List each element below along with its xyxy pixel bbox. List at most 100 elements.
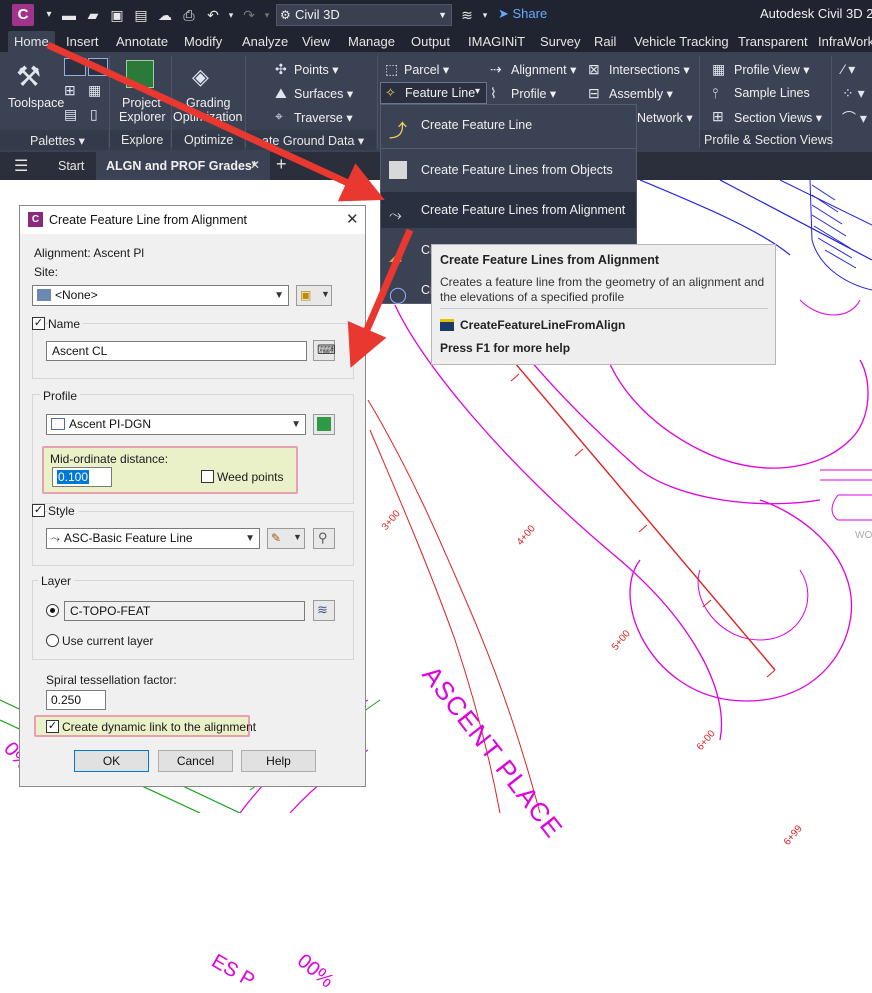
- toolspace-icon[interactable]: ⚒: [16, 60, 41, 93]
- assembly-button[interactable]: Assembly ▾: [609, 86, 673, 101]
- phone-icon[interactable]: ▯: [90, 106, 98, 123]
- undo-dropdown-icon[interactable]: ▾: [222, 6, 240, 24]
- stack-dropdown-icon[interactable]: ▾: [476, 6, 494, 24]
- name-checkbox[interactable]: ✓: [32, 317, 45, 330]
- menu-item-create-feature-line[interactable]: ⤴ Create Feature Line: [381, 107, 636, 143]
- profile-icon[interactable]: ⌇: [490, 85, 497, 102]
- use-current-layer-radio[interactable]: [46, 634, 59, 647]
- points-icon[interactable]: ✣: [275, 61, 287, 78]
- toolspace-label[interactable]: Toolspace: [8, 96, 64, 110]
- briefcase-icon[interactable]: ▦: [88, 82, 101, 99]
- tab-insert[interactable]: Insert: [66, 34, 99, 49]
- points-button[interactable]: Points ▾: [294, 62, 339, 77]
- tab-manage[interactable]: Manage: [348, 34, 395, 49]
- tab-rail[interactable]: Rail: [594, 34, 616, 49]
- layer-radio[interactable]: [46, 604, 59, 617]
- feature-line-button[interactable]: ✧ Feature Line ▾: [380, 82, 487, 104]
- tab-vehicle-tracking[interactable]: Vehicle Tracking: [634, 34, 729, 49]
- spiral-field[interactable]: 0.250: [46, 690, 106, 710]
- network-button[interactable]: Network ▾: [637, 110, 693, 125]
- arc-tool-icon[interactable]: ⌒ ▾: [842, 108, 867, 128]
- close-icon[interactable]: ✕: [346, 210, 359, 228]
- optimization-label[interactable]: Optimization: [173, 110, 242, 124]
- tab-survey[interactable]: Survey: [540, 34, 580, 49]
- tab-transparent[interactable]: Transparent: [738, 34, 808, 49]
- active-document-tab[interactable]: ALGN and PROF Grades* ✕: [96, 152, 270, 180]
- project-label[interactable]: Project: [122, 96, 161, 110]
- sample-lines-icon[interactable]: ⫯: [712, 85, 718, 102]
- menu-item-create-from-objects[interactable]: Create Feature Lines from Objects: [381, 152, 636, 188]
- assembly-icon[interactable]: ⊟: [588, 85, 600, 102]
- new-tab-icon[interactable]: +: [276, 154, 287, 175]
- dynamic-link-checkbox[interactable]: ✓: [46, 720, 59, 733]
- curve-tool-icon[interactable]: ⁘ ▾: [842, 85, 865, 102]
- palette-grid-icon[interactable]: [64, 58, 86, 76]
- redo-icon[interactable]: ↷: [240, 6, 258, 24]
- cancel-button[interactable]: Cancel: [158, 750, 233, 772]
- parcel-icon[interactable]: ⬚: [385, 61, 398, 78]
- undo-icon[interactable]: ↶: [204, 6, 222, 24]
- tab-start[interactable]: Start: [58, 159, 84, 173]
- tab-annotate[interactable]: Annotate: [116, 34, 168, 49]
- profile-view-button[interactable]: Profile View ▾: [734, 62, 810, 77]
- close-icon[interactable]: ✕: [250, 158, 260, 172]
- create-ground-data-panel-label[interactable]: ate Ground Data ▾: [262, 133, 364, 148]
- menu-item-create-from-alignment[interactable]: ⤳ Create Feature Lines from Alignment: [381, 192, 636, 228]
- open-folder-icon[interactable]: ▰: [84, 6, 102, 24]
- tab-modify[interactable]: Modify: [184, 34, 222, 49]
- tab-view[interactable]: View: [302, 34, 330, 49]
- section-views-icon[interactable]: ⊞: [712, 108, 724, 125]
- tab-output[interactable]: Output: [411, 34, 450, 49]
- pick-profile-button[interactable]: [313, 414, 335, 435]
- profile-select[interactable]: Ascent PI-DGN ▼: [46, 414, 306, 435]
- share-button[interactable]: ➤ Share: [498, 6, 547, 22]
- intersections-button[interactable]: Intersections ▾: [609, 62, 690, 77]
- workspace-select[interactable]: ⚙ Civil 3D ▼: [276, 4, 452, 26]
- save-icon[interactable]: ▣: [108, 6, 126, 24]
- parcel-button[interactable]: Parcel ▾: [404, 62, 449, 77]
- redo-dropdown-icon[interactable]: ▾: [258, 6, 276, 24]
- surfaces-icon[interactable]: ⛰: [275, 85, 287, 102]
- layers-stack-icon[interactable]: ≋: [458, 6, 476, 24]
- tab-analyze[interactable]: Analyze: [242, 34, 288, 49]
- explorer-label[interactable]: Explorer: [119, 110, 166, 124]
- app-icon[interactable]: C: [12, 4, 34, 26]
- cloud-icon[interactable]: ☁: [156, 6, 174, 24]
- layer-field[interactable]: C-TOPO-FEAT: [64, 601, 305, 621]
- tab-infraworks[interactable]: InfraWorks: [818, 34, 872, 49]
- line-tool-icon[interactable]: ⁄ ▾: [842, 61, 855, 78]
- midordinate-field[interactable]: 0.100: [52, 467, 112, 487]
- print-icon[interactable]: ⎙: [180, 6, 198, 24]
- ok-button[interactable]: OK: [74, 750, 149, 772]
- palettes-panel-label[interactable]: Palettes ▾: [30, 133, 85, 148]
- style-select[interactable]: ⤳ ASC-Basic Feature Line ▼: [46, 528, 260, 549]
- create-site-button[interactable]: ▣ ▼: [296, 285, 332, 306]
- profile-button[interactable]: Profile ▾: [511, 86, 556, 101]
- pick-style-button[interactable]: ⚲: [313, 528, 335, 549]
- sample-lines-button[interactable]: Sample Lines: [734, 86, 810, 100]
- traverse-button[interactable]: Traverse ▾: [294, 110, 353, 125]
- app-menu-chevron-icon[interactable]: ▾: [40, 6, 58, 24]
- name-template-button[interactable]: ⌨: [313, 340, 336, 361]
- surfaces-button[interactable]: Surfaces ▾: [294, 86, 353, 101]
- help-button[interactable]: Help: [241, 750, 316, 772]
- grading-optimization-icon[interactable]: ◈: [192, 64, 209, 90]
- style-checkbox[interactable]: ✓: [32, 504, 45, 517]
- alignment-icon[interactable]: ⇢: [490, 61, 502, 78]
- name-field[interactable]: Ascent CL: [46, 341, 307, 361]
- intersections-icon[interactable]: ⊠: [588, 61, 600, 78]
- hierarchy-icon[interactable]: ⊞: [64, 82, 76, 99]
- traverse-icon[interactable]: ⌖: [275, 108, 283, 125]
- profile-view-icon[interactable]: ▦: [712, 61, 725, 78]
- table-icon[interactable]: ▤: [64, 106, 77, 123]
- style-edit-button[interactable]: ✎ ▼: [267, 528, 305, 549]
- hamburger-menu-icon[interactable]: ☰: [14, 156, 28, 176]
- palette-window-icon[interactable]: [88, 58, 108, 76]
- tab-home[interactable]: Home: [8, 31, 55, 52]
- alignment-button[interactable]: Alignment ▾: [511, 62, 576, 77]
- section-views-button[interactable]: Section Views ▾: [734, 110, 822, 125]
- grading-label[interactable]: Grading: [186, 96, 230, 110]
- layer-pick-button[interactable]: ≋: [313, 600, 335, 621]
- save-as-icon[interactable]: ▤: [132, 6, 150, 24]
- tab-imaginit[interactable]: IMAGINiT: [468, 34, 525, 49]
